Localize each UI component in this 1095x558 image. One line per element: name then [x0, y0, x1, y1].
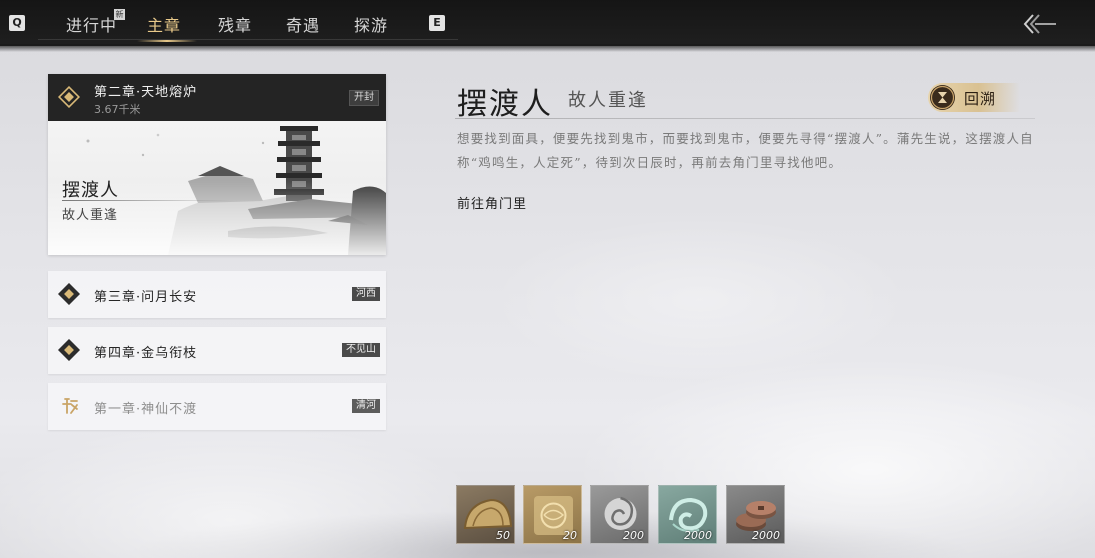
chapter-row-1[interactable]: 第一章·神仙不渡 清河 [48, 383, 386, 430]
chapter-distance: 3.67千米 [94, 103, 141, 116]
reward-slot-3[interactable]: 200 [590, 485, 649, 544]
tab-main-chapter[interactable]: 主章 [147, 12, 181, 36]
tab-divider [38, 39, 458, 40]
new-badge: 新 [114, 9, 125, 20]
chapter-row-4[interactable]: 第四章·金乌衔枝 不见山 [48, 327, 386, 374]
e-key-hint[interactable]: E [429, 15, 445, 31]
top-nav-bar: Q 进行中 新 主章 残章 奇遇 探游 E [0, 0, 1095, 52]
review-label: 回溯 [964, 90, 997, 108]
region-tag: 清河 [352, 399, 380, 413]
reward-slot-5[interactable]: 2000 [726, 485, 785, 544]
active-tab-indicator [137, 40, 197, 42]
tab-in-progress[interactable]: 进行中 [66, 12, 117, 36]
tab-encounter[interactable]: 奇遇 [286, 12, 320, 36]
detail-title: 摆渡人 [457, 87, 553, 122]
chapter-diamond-icon [58, 339, 80, 361]
quest-description: 想要找到面具，便要先找到鬼市，而要找到鬼市，便要先寻得“摆渡人”。蒲先生说，这摆… [457, 131, 1034, 170]
chapter-title: 第四章·金乌衔枝 [94, 346, 198, 361]
detail-divider [455, 118, 1035, 119]
reward-slot-4[interactable]: 2000 [658, 485, 717, 544]
chapter-row-3[interactable]: 第三章·问月长安 河西 [48, 271, 386, 318]
reward-quantity: 2000 [752, 529, 780, 542]
reward-quantity: 2000 [684, 529, 712, 542]
reward-slot-2[interactable]: 20 [523, 485, 582, 544]
region-tag: 不见山 [342, 343, 380, 357]
review-button[interactable]: 回溯 [928, 83, 1020, 112]
chapter-diamond-icon [58, 86, 80, 108]
quest-title: 摆渡人 [62, 180, 119, 201]
tab-exploration[interactable]: 探游 [354, 12, 388, 36]
chapter-complete-seal-icon [62, 398, 78, 414]
reward-quantity: 50 [496, 529, 510, 542]
reward-quantity: 200 [623, 529, 644, 542]
quest-objective: 前往角门里 [457, 197, 528, 212]
region-tag: 河西 [352, 287, 380, 301]
hourglass-icon [930, 85, 955, 110]
chapter-diamond-icon [58, 283, 80, 305]
chapter-title: 第一章·神仙不渡 [94, 402, 198, 417]
quest-subtitle: 故人重逢 [62, 208, 119, 223]
chapter-header: 第二章·天地熔炉 3.67千米 开封 [48, 74, 386, 121]
back-arrow-icon[interactable] [1022, 12, 1058, 36]
reward-quantity: 20 [563, 529, 577, 542]
current-chapter-title: 第二章·天地熔炉 [94, 85, 198, 100]
detail-subtitle: 故人重逢 [568, 90, 648, 111]
quest-title-divider [62, 200, 232, 201]
chapter-title: 第三章·问月长安 [94, 290, 198, 305]
reward-slot-1[interactable]: 50 [456, 485, 515, 544]
current-chapter-card[interactable]: 第二章·天地熔炉 3.67千米 开封 摆渡人 故人重逢 [48, 74, 386, 255]
quest-illustration: 摆渡人 故人重逢 [48, 121, 386, 255]
region-tag: 开封 [349, 90, 379, 106]
q-key-hint[interactable]: Q [9, 15, 25, 31]
tab-fragment-chapter[interactable]: 残章 [218, 12, 252, 36]
